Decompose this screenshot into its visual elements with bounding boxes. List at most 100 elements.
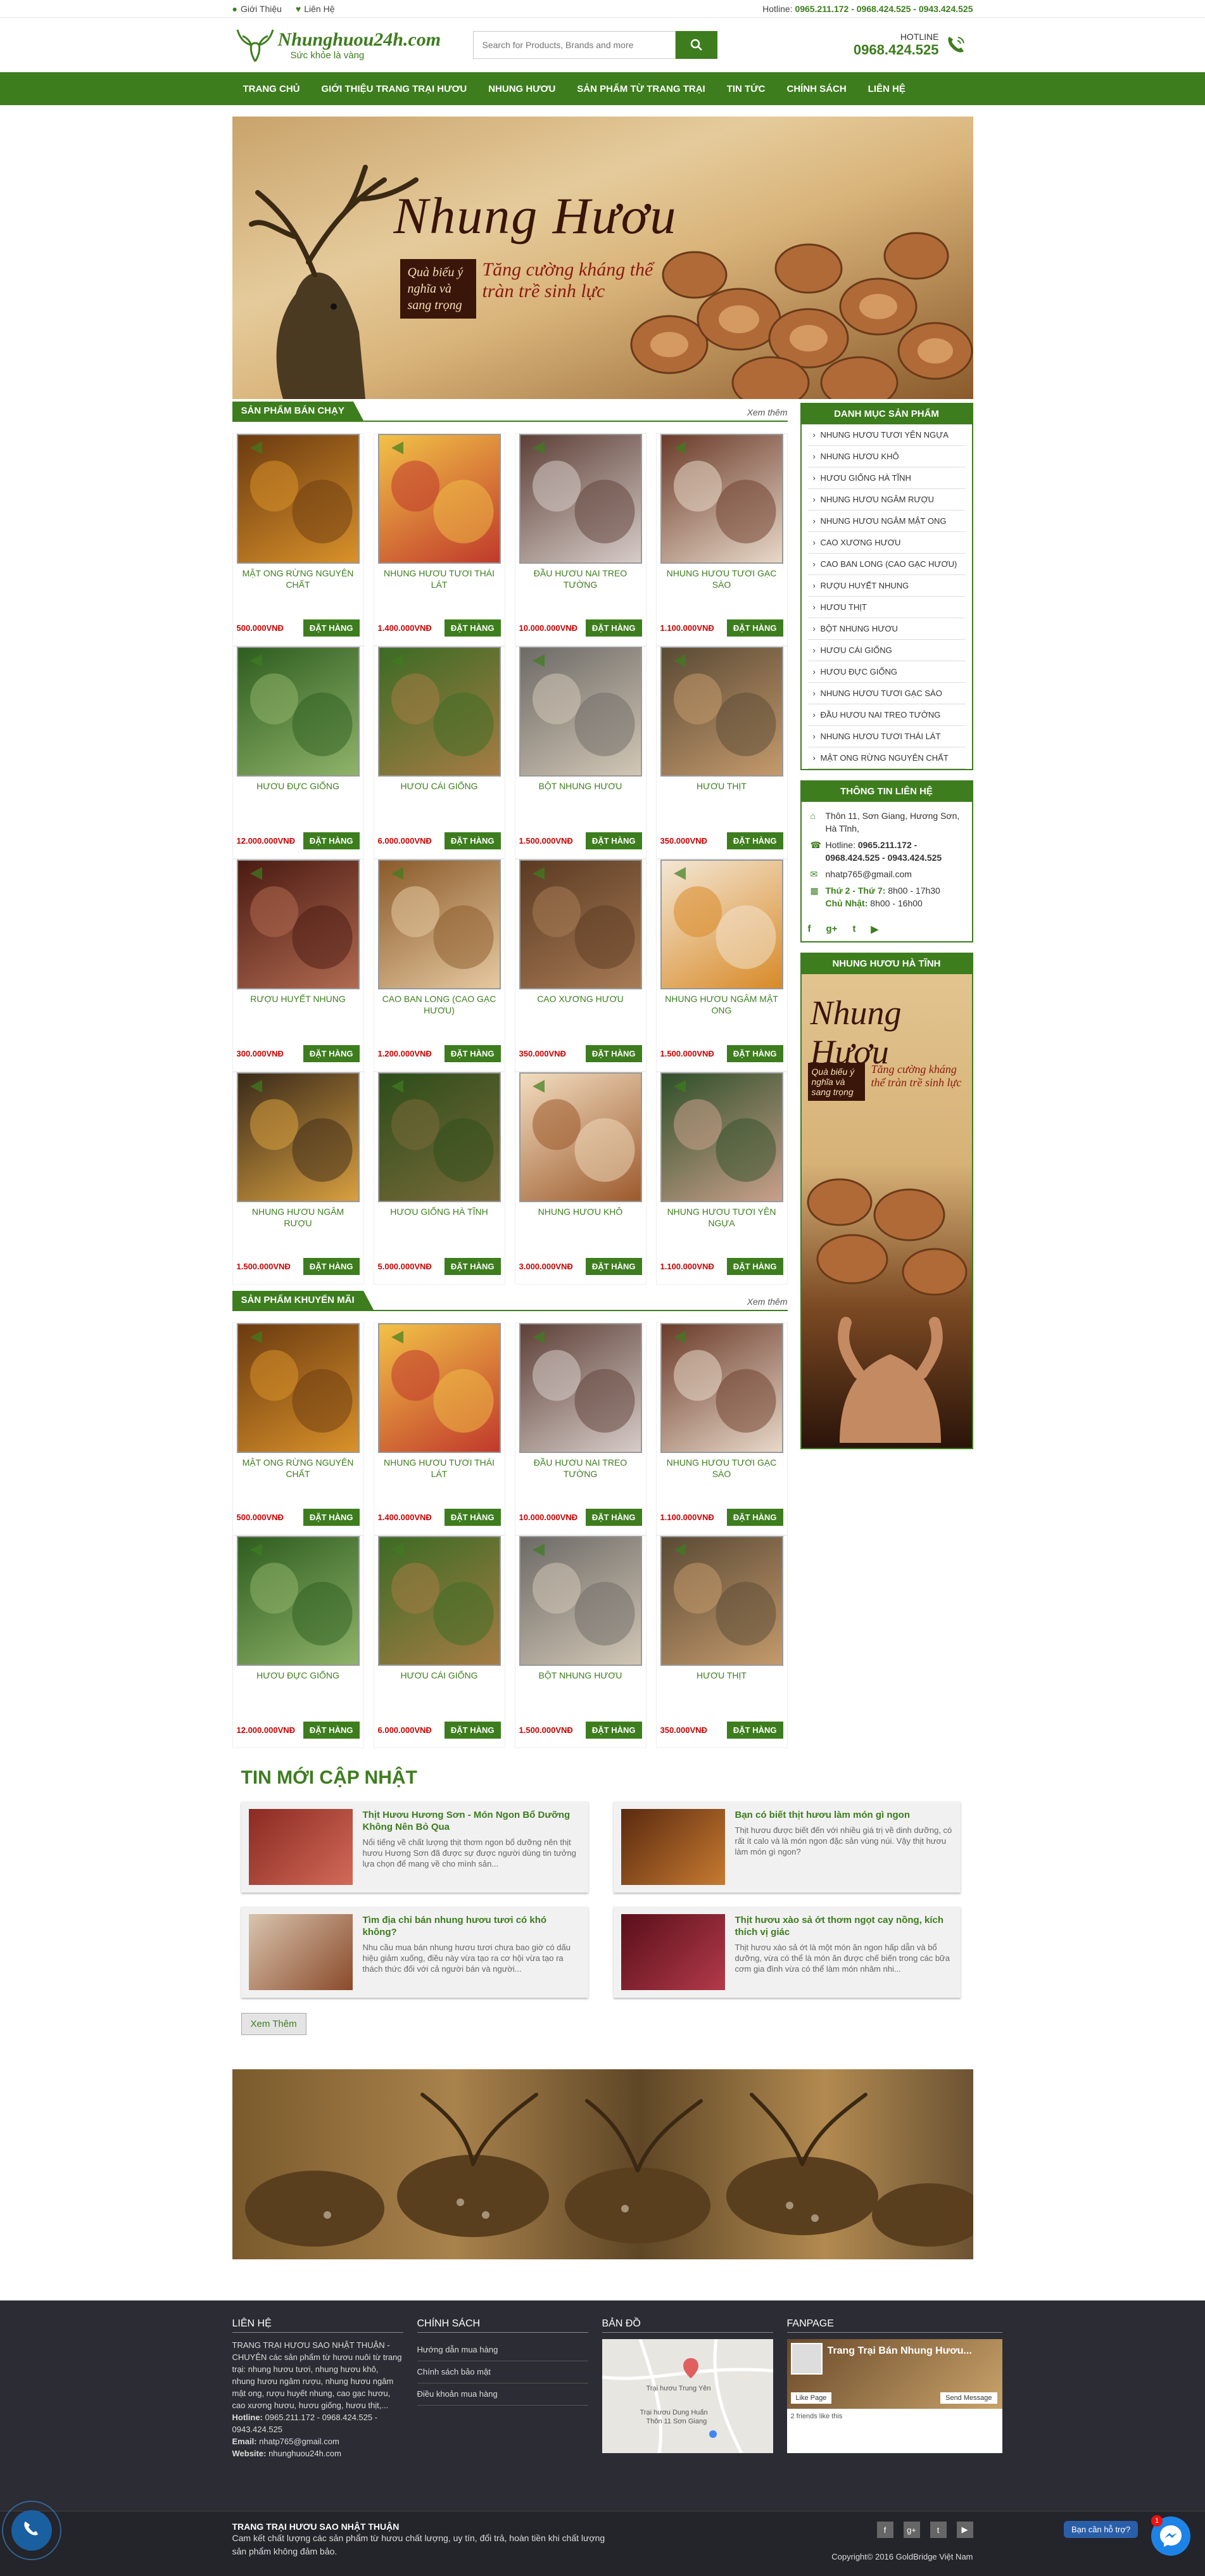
product-card[interactable]: NHUNG HƯƠU NGÂM RƯỢU 1.500.000VNĐ ĐẶT HÀ… xyxy=(232,1072,364,1285)
product-name[interactable]: BỘT NHUNG HƯƠU xyxy=(515,777,646,822)
news-item[interactable]: Thịt hươu xào sả ớt thơm ngọt cay nồng, … xyxy=(613,1907,961,1998)
product-card[interactable]: HƯƠU CÁI GIỐNG 6.000.000VNĐ ĐẶT HÀNG xyxy=(373,1535,505,1748)
search-input[interactable] xyxy=(472,31,676,59)
product-card[interactable]: ĐẦU HƯƠU NAI TREO TƯỜNG 10.000.000VNĐ ĐẶ… xyxy=(514,433,647,646)
product-name[interactable]: BỘT NHUNG HƯƠU xyxy=(515,1666,646,1711)
footer-email[interactable]: nhatp765@gmail.com xyxy=(259,2437,339,2446)
deer-meat-image[interactable] xyxy=(660,1536,783,1666)
order-button[interactable]: ĐẶT HÀNG xyxy=(444,619,501,637)
category-item[interactable]: HƯƠU THỊT xyxy=(807,597,966,618)
news-thumbnail[interactable] xyxy=(248,1914,353,1990)
category-item[interactable]: ĐẦU HƯƠU NAI TREO TƯỜNG xyxy=(807,704,966,726)
product-name[interactable]: HƯƠU THỊT xyxy=(657,1666,787,1711)
order-button[interactable]: ĐẶT HÀNG xyxy=(303,1045,360,1062)
order-button[interactable]: ĐẶT HÀNG xyxy=(585,832,642,849)
footer-link-buy-guide[interactable]: Hướng dẫn mua hàng xyxy=(417,2339,588,2361)
category-item[interactable]: HƯƠU GIỐNG HÀ TĨNH xyxy=(807,467,966,489)
category-item[interactable]: HƯƠU ĐỰC GIỐNG xyxy=(807,661,966,683)
antler-branch-image[interactable] xyxy=(660,1323,783,1453)
product-name[interactable]: NHUNG HƯƠU NGÂM MẬT ONG xyxy=(657,989,787,1035)
product-name[interactable]: NHUNG HƯƠU TƯƠI YÊN NGỰA xyxy=(657,1202,787,1248)
order-button[interactable]: ĐẶT HÀNG xyxy=(726,832,783,849)
order-button[interactable]: ĐẶT HÀNG xyxy=(444,832,501,849)
footer-link-terms[interactable]: Điều khoản mua hàng xyxy=(417,2383,588,2406)
honey-bottles-image[interactable] xyxy=(236,434,360,564)
product-name[interactable]: ĐẦU HƯƠU NAI TREO TƯỜNG xyxy=(515,1453,646,1499)
product-name[interactable]: HƯƠU GIỐNG HÀ TĨNH xyxy=(374,1202,505,1248)
product-card[interactable]: HƯƠU CÁI GIỐNG 6.000.000VNĐ ĐẶT HÀNG xyxy=(373,646,505,859)
order-button[interactable]: ĐẶT HÀNG xyxy=(303,1509,360,1526)
dried-antler-image[interactable] xyxy=(519,1072,642,1202)
promo-more-link[interactable]: Xem thêm xyxy=(747,1297,788,1310)
product-card[interactable]: HƯƠU THỊT 350.000VNĐ ĐẶT HÀNG xyxy=(655,1535,788,1748)
nav-antler[interactable]: NHUNG HƯƠU xyxy=(477,84,566,94)
product-card[interactable]: NHUNG HƯƠU TƯƠI GẠC SÀO 1.100.000VNĐ ĐẶT… xyxy=(655,433,788,646)
about-link[interactable]: ● Giới Thiệu xyxy=(232,4,282,14)
category-item[interactable]: NHUNG HƯƠU NGÂM MẬT ONG xyxy=(807,511,966,532)
google-plus-icon[interactable]: g+ xyxy=(826,923,838,935)
product-name[interactable]: NHUNG HƯƠU TƯƠI THÁI LÁT xyxy=(374,564,505,609)
stag-image[interactable] xyxy=(236,647,360,777)
sliced-antler-image[interactable] xyxy=(377,434,501,564)
category-item[interactable]: CAO XƯƠNG HƯƠU xyxy=(807,532,966,554)
product-card[interactable]: BỘT NHUNG HƯƠU 1.500.000VNĐ ĐẶT HÀNG xyxy=(514,1535,647,1748)
order-button[interactable]: ĐẶT HÀNG xyxy=(585,1509,642,1526)
hotline-number[interactable]: 0968.424.525 xyxy=(854,42,939,58)
deer-head-mount-image[interactable] xyxy=(519,434,642,564)
facebook-icon[interactable]: f xyxy=(808,923,811,935)
fb-send-button[interactable]: Send Message xyxy=(940,2392,997,2404)
fanpage-name[interactable]: Trang Trại Bán Nhung Hươu... xyxy=(828,2345,972,2357)
product-name[interactable]: HƯƠU ĐỰC GIỐNG xyxy=(233,1666,363,1711)
nav-policy[interactable]: CHÍNH SÁCH xyxy=(776,84,857,94)
product-name[interactable]: NHUNG HƯƠU KHÔ xyxy=(515,1202,646,1248)
youtube-icon[interactable]: ▶ xyxy=(871,923,878,935)
sliced-antler-image[interactable] xyxy=(377,1323,501,1453)
product-card[interactable]: CAO BAN LONG (CAO GẠC HƯƠU) 1.200.000VNĐ… xyxy=(373,859,505,1072)
ha-tinh-deer-image[interactable] xyxy=(377,1072,501,1202)
saddle-antler-image[interactable] xyxy=(660,1072,783,1202)
bestseller-more-link[interactable]: Xem thêm xyxy=(747,407,788,421)
order-button[interactable]: ĐẶT HÀNG xyxy=(585,1722,642,1739)
news-thumbnail[interactable] xyxy=(248,1809,353,1885)
order-button[interactable]: ĐẶT HÀNG xyxy=(726,1722,783,1739)
product-name[interactable]: HƯƠU THỊT xyxy=(657,777,787,822)
news-item-title[interactable]: Thịt Hươu Hương Sơn - Món Ngon Bổ Dưỡng … xyxy=(363,1809,581,1833)
order-button[interactable]: ĐẶT HÀNG xyxy=(444,1045,501,1062)
product-name[interactable]: CAO BAN LONG (CAO GẠC HƯƠU) xyxy=(374,989,505,1035)
hero-banner[interactable]: Nhung Hươu Quà biếu ý nghĩa và sang trọn… xyxy=(232,117,973,399)
blood-wine-image[interactable] xyxy=(236,860,360,989)
antler-branch-image[interactable] xyxy=(660,434,783,564)
category-item[interactable]: MẬT ONG RỪNG NGUYÊN CHẤT xyxy=(807,747,966,769)
product-name[interactable]: MẬT ONG RỪNG NGUYÊN CHẤT xyxy=(233,1453,363,1499)
contact-link[interactable]: ♥ Liên Hệ xyxy=(296,4,335,14)
order-button[interactable]: ĐẶT HÀNG xyxy=(585,1258,642,1275)
news-item[interactable]: Thịt Hươu Hương Sơn - Món Ngon Bổ Dưỡng … xyxy=(241,1801,588,1893)
category-item[interactable]: BỘT NHUNG HƯƠU xyxy=(807,618,966,640)
product-card[interactable]: NHUNG HƯƠU KHÔ 3.000.000VNĐ ĐẶT HÀNG xyxy=(514,1072,647,1285)
category-item[interactable]: CAO BAN LONG (CAO GẠC HƯƠU) xyxy=(807,554,966,575)
order-button[interactable]: ĐẶT HÀNG xyxy=(303,1258,360,1275)
order-button[interactable]: ĐẶT HÀNG xyxy=(726,1258,783,1275)
category-item[interactable]: NHUNG HƯƠU NGÂM RƯỢU xyxy=(807,489,966,511)
promo-image[interactable]: Nhung Hươu Quà biếu ý nghĩa và sang trọn… xyxy=(801,974,972,1448)
twitter-icon[interactable]: t xyxy=(852,923,855,935)
footer-facebook-icon[interactable]: f xyxy=(876,2522,893,2538)
nav-contact[interactable]: LIÊN HỆ xyxy=(857,84,916,94)
logo[interactable]: Nhunghuou24h.com Sức khỏe là vàng xyxy=(232,25,473,65)
nav-home[interactable]: TRANG CHỦ xyxy=(232,84,311,94)
footer-twitter-icon[interactable]: t xyxy=(930,2522,947,2538)
product-card[interactable]: NHUNG HƯƠU TƯƠI THÁI LÁT 1.400.000VNĐ ĐẶ… xyxy=(373,1323,505,1535)
product-card[interactable]: HƯƠU GIỐNG HÀ TĨNH 5.000.000VNĐ ĐẶT HÀNG xyxy=(373,1072,505,1285)
product-name[interactable]: HƯƠU CÁI GIỐNG xyxy=(374,777,505,822)
news-more-button[interactable]: Xem Thêm xyxy=(241,2013,306,2035)
product-card[interactable]: BỘT NHUNG HƯƠU 1.500.000VNĐ ĐẶT HÀNG xyxy=(514,646,647,859)
deer-meat-image[interactable] xyxy=(660,647,783,777)
product-name[interactable]: NHUNG HƯƠU NGÂM RƯỢU xyxy=(233,1202,363,1248)
about-link-label[interactable]: Giới Thiệu xyxy=(241,4,282,14)
nav-news[interactable]: TIN TỨC xyxy=(716,84,776,94)
antler-wine-image[interactable] xyxy=(236,1072,360,1202)
antler-powder-image[interactable] xyxy=(519,647,642,777)
order-button[interactable]: ĐẶT HÀNG xyxy=(303,832,360,849)
order-button[interactable]: ĐẶT HÀNG xyxy=(444,1722,501,1739)
stag-image[interactable] xyxy=(236,1536,360,1666)
